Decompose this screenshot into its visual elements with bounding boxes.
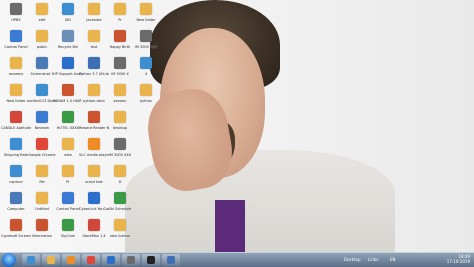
desktop-icon-glyph	[114, 84, 126, 96]
desktop-icon[interactable]: New folder	[131, 3, 161, 33]
desktop-icon-glyph	[62, 219, 74, 231]
desktop-icon-glyph	[62, 84, 74, 96]
desktop-icon-glyph	[62, 30, 74, 42]
chrome-icon	[87, 256, 95, 264]
desktop-icon-glyph	[114, 57, 126, 69]
desktop-icon-glyph	[36, 3, 48, 15]
desktop-icon-glyph	[88, 57, 100, 69]
desktop-icon-glyph	[114, 165, 126, 177]
desktop-icon-glyph	[10, 84, 22, 96]
media-player-icon	[67, 256, 75, 264]
desktop-icon-glyph	[36, 84, 48, 96]
desktop-icon-glyph	[88, 138, 100, 150]
desktop-icon-glyph	[140, 30, 152, 42]
desktop-icon-label: IM 3000 XXX	[108, 153, 132, 157]
desktop-icon-glyph	[36, 138, 48, 150]
desktop-icon[interactable]: python	[131, 84, 161, 114]
desktop-icon-label: desktop	[113, 126, 127, 130]
desktop-icon[interactable]: IM 3000 XXX	[105, 138, 135, 168]
desktop-icon-label: D	[118, 180, 122, 184]
desktop-icon-label: python	[139, 99, 153, 103]
desktop-icon-glyph	[140, 57, 152, 69]
taskbar-file-explorer-button[interactable]	[42, 254, 60, 266]
desktop-icon-glyph	[36, 165, 48, 177]
taskbar-chrome-button[interactable]	[82, 254, 100, 266]
desktop-icon-glyph	[36, 57, 48, 69]
taskbar-internet-explorer-button[interactable]	[22, 254, 40, 266]
desktop-icon-glyph	[10, 192, 22, 204]
desktop-icon-glyph	[88, 3, 100, 15]
desktop-icon[interactable]: Ski Schedule	[105, 192, 135, 222]
vscode-icon	[107, 256, 115, 264]
desktop-icon-label: new license	[109, 234, 131, 238]
desktop-icon-glyph	[10, 111, 22, 123]
desktop-icon[interactable]: 4	[131, 57, 161, 87]
desktop-icon-glyph	[88, 165, 100, 177]
desktop-icon-glyph	[62, 165, 74, 177]
tray-links-label[interactable]: Links	[368, 257, 378, 262]
desktop-icon-glyph	[36, 111, 48, 123]
taskbar-media-player-button[interactable]	[62, 254, 80, 266]
system-tray: Desktop Links EN 18:49 17-10-2019	[344, 253, 474, 267]
desktop-icon[interactable]: D	[105, 165, 135, 195]
desktop-icon-glyph	[10, 30, 22, 42]
desktop-icon-glyph	[10, 219, 22, 231]
taskbar-display-button[interactable]	[162, 254, 180, 266]
taskbar-vscode-button[interactable]	[102, 254, 120, 266]
taskbar-terminal-button[interactable]	[142, 254, 160, 266]
desktop-icon-glyph	[10, 3, 22, 15]
terminal-icon	[147, 256, 155, 264]
desktop-icon-glyph	[10, 138, 22, 150]
desktop-icon-glyph	[114, 3, 126, 15]
desktop-icon-glyph	[62, 57, 74, 69]
tray-desktop-label[interactable]: Desktop	[344, 257, 361, 262]
desktop-icon-glyph	[114, 192, 126, 204]
desktop-icon-glyph	[140, 3, 152, 15]
desktop-icon-glyph	[140, 84, 152, 96]
start-button[interactable]	[2, 253, 16, 267]
desktop-icon-glyph	[36, 192, 48, 204]
desktop-icon-label: Ski Schedule	[108, 207, 132, 211]
desktop-icon-glyph	[62, 192, 74, 204]
display-icon	[167, 256, 175, 264]
photo-app-icon	[127, 256, 135, 264]
tray-clock[interactable]: 18:49 17-10-2019	[447, 254, 470, 264]
desktop-icon-glyph	[88, 192, 100, 204]
desktop-icon-glyph	[88, 111, 100, 123]
desktop-icon-glyph	[88, 84, 100, 96]
desktop-icon-glyph	[88, 30, 100, 42]
desktop-icon-glyph	[114, 30, 126, 42]
taskbar-photo-app-button[interactable]	[122, 254, 140, 266]
tray-language[interactable]: EN	[390, 257, 396, 262]
desktop-icon-glyph	[10, 57, 22, 69]
tray-date: 17-10-2019	[446, 259, 470, 264]
taskbar: Desktop Links EN 18:49 17-10-2019	[0, 252, 474, 267]
desktop-icon-glyph	[88, 219, 100, 231]
desktop-icon-label: New folder	[136, 18, 156, 22]
desktop-icon-glyph	[62, 111, 74, 123]
desktop-icon-glyph	[114, 111, 126, 123]
desktop-icon-glyph	[36, 30, 48, 42]
desktop-icon-label: IM 3000 XXX	[134, 45, 158, 49]
internet-explorer-icon	[27, 256, 35, 264]
file-explorer-icon	[47, 256, 55, 264]
desktop-icon-glyph	[10, 165, 22, 177]
desktop-icon[interactable]: IM 3000 XXX	[131, 30, 161, 60]
wallpaper-shirt	[215, 200, 245, 252]
desktop-icon-label: 4	[144, 72, 148, 76]
desktop-icon-glyph	[62, 3, 74, 15]
desktop-icon[interactable]: new license	[105, 219, 135, 249]
desktop-icon-glyph	[114, 219, 126, 231]
desktop-icon-glyph	[36, 219, 48, 231]
desktop-icon-glyph	[62, 138, 74, 150]
desktop-icon-glyph	[114, 138, 126, 150]
desktop-icon[interactable]: desktop	[105, 111, 135, 141]
